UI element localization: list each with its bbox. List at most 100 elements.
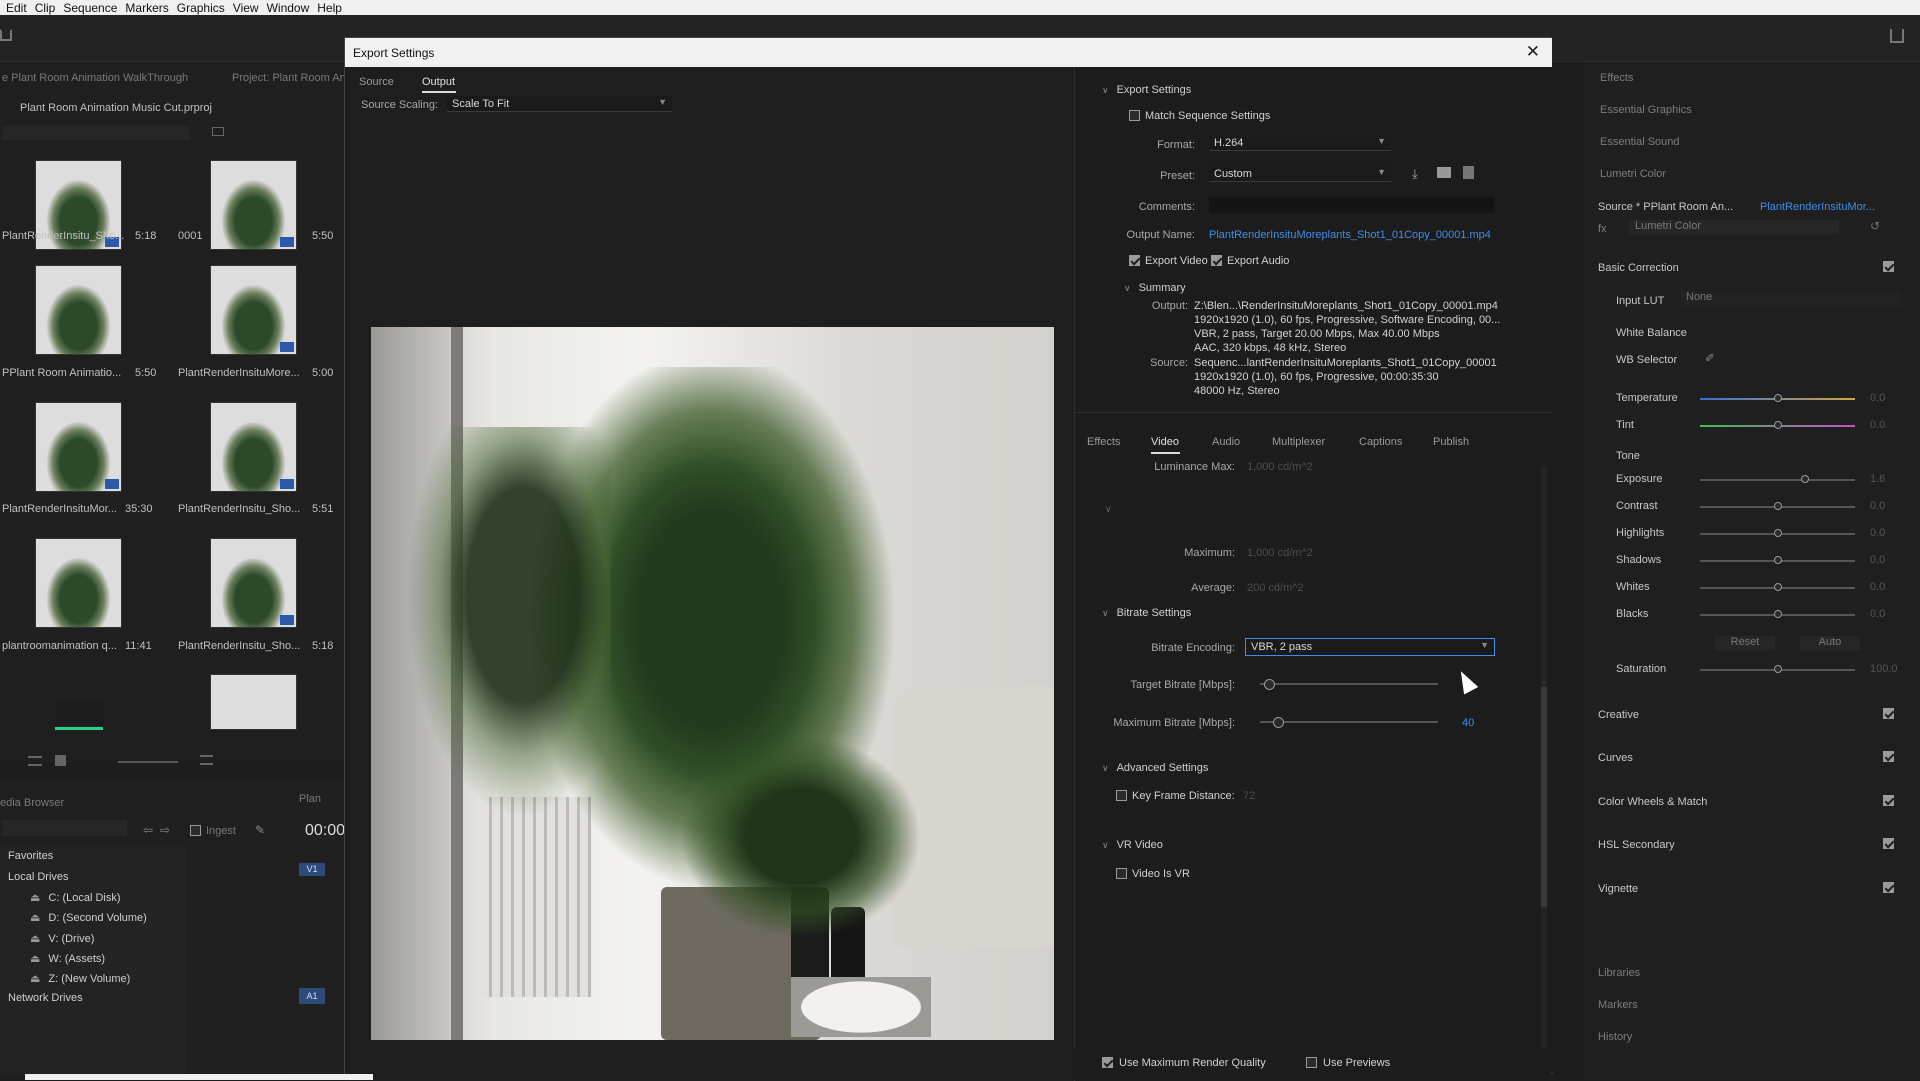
media-search-input[interactable]	[2, 820, 127, 836]
max-bitrate-slider[interactable]	[1272, 717, 1284, 728]
menu-window[interactable]: Window	[267, 1, 310, 15]
essential-graphics-tab[interactable]: Essential Graphics	[1600, 104, 1692, 116]
close-icon[interactable]: ✕	[1526, 42, 1540, 62]
menu-help[interactable]: Help	[317, 1, 342, 15]
advanced-settings-heading[interactable]: ∨ Advanced Settings	[1102, 762, 1208, 774]
ingest-checkbox[interactable]	[190, 825, 201, 836]
lumetri-slider-value[interactable]: 0.0	[1870, 419, 1885, 431]
tone-heading[interactable]: Tone	[1616, 450, 1640, 462]
local-drives-node[interactable]: Local Drives	[8, 871, 69, 883]
clip-thumbnail[interactable]	[210, 674, 297, 730]
vr-video-heading[interactable]: ∨ VR Video	[1102, 839, 1163, 851]
delete-preset-icon[interactable]	[1463, 166, 1474, 179]
tab-audio[interactable]: Audio	[1212, 436, 1240, 448]
hsl-secondary-checkbox[interactable]	[1883, 838, 1894, 849]
lumetri-slider-value[interactable]: 0.0	[1870, 500, 1885, 512]
lumetri-color-tab[interactable]: Lumetri Color	[1600, 168, 1666, 180]
export-settings-heading[interactable]: ∨ Export Settings	[1102, 84, 1191, 96]
target-bitrate-slider[interactable]	[1263, 679, 1275, 690]
project-search-input[interactable]	[2, 126, 190, 140]
tab-video[interactable]: Video	[1151, 436, 1179, 448]
source-scaling-select[interactable]: Scale To Fit ▼	[447, 96, 672, 112]
bitrate-settings-heading[interactable]: ∨ Bitrate Settings	[1102, 607, 1191, 619]
lumetri-slider-knob[interactable]	[1773, 421, 1782, 429]
lumetri-slider-value[interactable]: 0.0	[1870, 554, 1885, 566]
history-tab[interactable]: History	[1598, 1031, 1632, 1043]
basic-correction-checkbox[interactable]	[1883, 261, 1894, 272]
lumetri-source-select[interactable]: Source * PPlant Room An...	[1598, 201, 1733, 213]
comments-input[interactable]	[1209, 197, 1494, 213]
sort-icon[interactable]	[200, 755, 213, 765]
drive-item-w[interactable]: ⏏ W: (Assets)	[30, 952, 105, 965]
timeline-timecode[interactable]: 00:00	[305, 822, 345, 840]
clip-thumbnail[interactable]	[210, 265, 297, 355]
white-balance-heading[interactable]: White Balance	[1616, 327, 1687, 339]
lumetri-slider-knob[interactable]	[1773, 556, 1782, 564]
menu-sequence[interactable]: Sequence	[63, 1, 117, 15]
drive-item-c[interactable]: ⏏ C: (Local Disk)	[30, 891, 121, 904]
creative-section[interactable]: Creative	[1598, 709, 1639, 721]
icon-view-icon[interactable]	[55, 755, 66, 766]
chevron-down-icon[interactable]: ∨	[1105, 504, 1112, 515]
key-frame-value[interactable]: 72	[1243, 790, 1255, 802]
fx-select[interactable]: Lumetri Color	[1629, 220, 1839, 234]
lumetri-slider-knob[interactable]	[1773, 529, 1782, 537]
effects-panel-tab[interactable]: Effects	[1600, 72, 1633, 84]
settings-scrollbar[interactable]	[1541, 467, 1547, 1067]
export-audio-checkbox[interactable]	[1211, 255, 1222, 266]
lumetri-slider-value[interactable]: 0.0	[1870, 581, 1885, 593]
vignette-section[interactable]: Vignette	[1598, 883, 1638, 895]
clip-thumbnail[interactable]	[35, 538, 122, 628]
drive-item-d[interactable]: ⏏ D: (Second Volume)	[30, 911, 147, 924]
eyedropper-icon[interactable]: ✐	[1705, 351, 1715, 365]
menu-clip[interactable]: Clip	[35, 1, 56, 15]
save-preset-icon[interactable]: ⤓	[1412, 166, 1418, 182]
lumetri-slider-value[interactable]: 1.6	[1870, 473, 1885, 485]
menu-markers[interactable]: Markers	[125, 1, 168, 15]
clip-thumbnail[interactable]	[35, 402, 122, 492]
media-browser-tab[interactable]: edia Browser	[0, 797, 64, 809]
tab-effects[interactable]: Effects	[1087, 436, 1120, 448]
tab-output[interactable]: Output	[422, 76, 455, 88]
lumetri-slider-value[interactable]: 0.0	[1870, 527, 1885, 539]
output-name-link[interactable]: PlantRenderInsituMoreplants_Shot1_01Copy…	[1209, 229, 1491, 241]
video-is-vr-checkbox[interactable]	[1116, 868, 1127, 879]
clip-thumbnail[interactable]	[210, 160, 297, 250]
reset-icon[interactable]: ↺	[1870, 219, 1880, 233]
vignette-checkbox[interactable]	[1883, 882, 1894, 893]
lumetri-target-clip[interactable]: PlantRenderInsituMor...	[1760, 201, 1875, 213]
basic-correction-heading[interactable]: Basic Correction	[1598, 262, 1679, 274]
lumetri-slider-knob[interactable]	[1773, 583, 1782, 591]
menu-graphics[interactable]: Graphics	[177, 1, 225, 15]
menu-edit[interactable]: Edit	[6, 1, 27, 15]
key-frame-checkbox[interactable]	[1116, 790, 1127, 801]
lumetri-slider-knob[interactable]	[1773, 502, 1782, 510]
lumetri-slider-knob[interactable]	[1773, 394, 1782, 402]
summary-heading[interactable]: ∨ Summary	[1124, 282, 1186, 294]
tab-captions[interactable]: Captions	[1359, 436, 1402, 448]
network-drives-node[interactable]: Network Drives	[8, 992, 83, 1004]
tab-publish[interactable]: Publish	[1433, 436, 1469, 448]
lumetri-slider-knob[interactable]	[1773, 610, 1782, 618]
drive-item-z[interactable]: ⏏ Z: (New Volume)	[30, 972, 130, 985]
lumetri-slider-value[interactable]: 0.0	[1870, 608, 1885, 620]
bitrate-encoding-select[interactable]: VBR, 2 pass ▼	[1245, 638, 1495, 656]
curves-checkbox[interactable]	[1883, 751, 1894, 762]
forward-arrow-icon[interactable]: ⇨	[160, 823, 170, 837]
clip-thumbnail[interactable]	[210, 538, 297, 628]
lumetri-slider-value[interactable]: 0.0	[1870, 392, 1885, 404]
max-bitrate-value[interactable]: 40	[1462, 717, 1474, 729]
input-lut-select[interactable]: None	[1681, 291, 1901, 307]
lumetri-slider-knob[interactable]	[1773, 665, 1782, 673]
list-view-icon[interactable]	[28, 756, 42, 766]
track-v1-button[interactable]: V1	[299, 863, 325, 876]
match-sequence-checkbox[interactable]	[1129, 110, 1140, 121]
home-icon[interactable]	[0, 29, 12, 41]
menu-view[interactable]: View	[233, 1, 259, 15]
tab-source[interactable]: Source	[359, 76, 394, 88]
libraries-tab[interactable]: Libraries	[1598, 967, 1640, 979]
drive-item-v[interactable]: ⏏ V: (Drive)	[30, 932, 94, 945]
sequence-tab[interactable]: e Plant Room Animation WalkThrough	[2, 72, 188, 84]
timeline-tab[interactable]: Plan	[299, 793, 321, 805]
lumetri-slider-value[interactable]: 100.0	[1870, 663, 1898, 675]
